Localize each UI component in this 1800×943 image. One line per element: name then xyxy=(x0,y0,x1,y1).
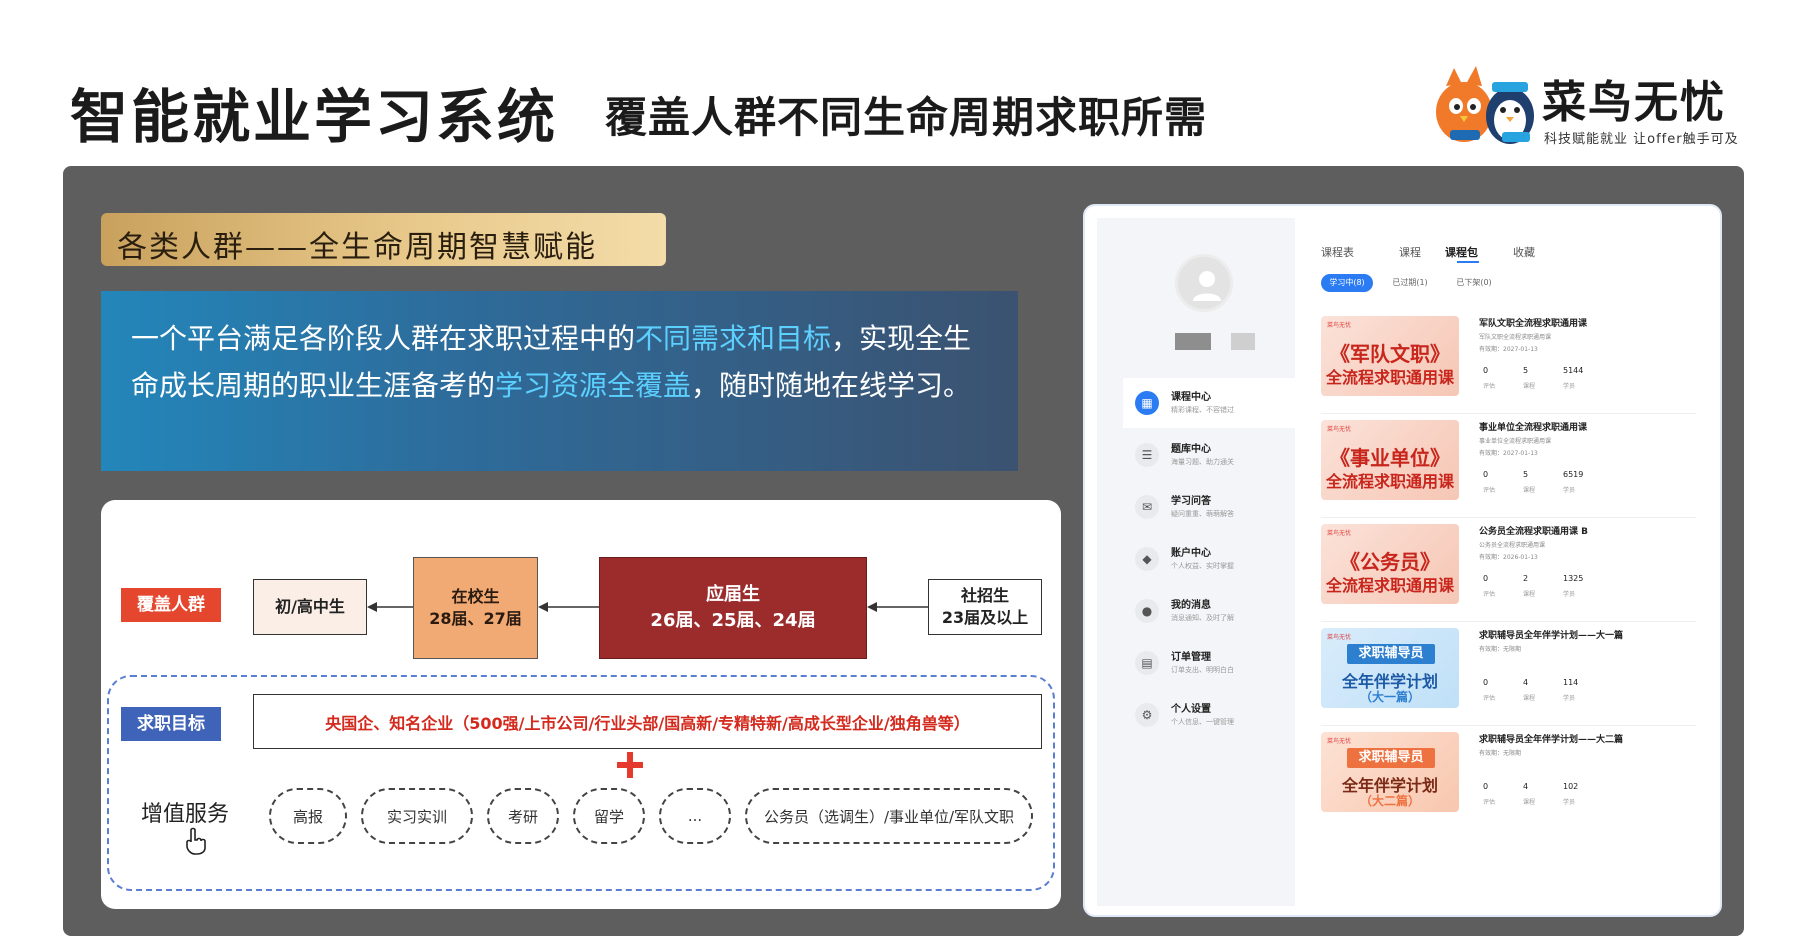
page-title: 智能就业学习系统 xyxy=(70,83,559,151)
stat-lessons: 2 课程 xyxy=(1523,574,1536,598)
stat-reviews: 0 评估 xyxy=(1483,678,1496,702)
group-highschool: 初/高中生 xyxy=(253,579,367,635)
stat-reviews: 0 评估 xyxy=(1483,782,1496,806)
group-in-school: 在校生 28届、27届 xyxy=(413,557,538,659)
service-pill-kaoyan[interactable]: 考研 xyxy=(487,788,559,844)
group-social-recruit: 社招生 23届及以上 xyxy=(928,579,1042,635)
nav-qa[interactable]: ✉ 学习问答 疑问重重、萌萌解答 xyxy=(1123,482,1295,532)
stat-reviews: 0 评估 xyxy=(1483,470,1496,494)
course-subtitle: 公务员全流程求职通用课 xyxy=(1479,542,1546,549)
user-level-placeholder xyxy=(1231,333,1255,350)
course-item[interactable]: 菜鸟无忧 《事业单位》 全流程求职通用课 事业单位全流程求职通用课 事业单位全流… xyxy=(1321,414,1696,518)
username-placeholder xyxy=(1175,333,1211,350)
course-item[interactable]: 菜鸟无忧 求职辅导员 全年伴学计划 （大一篇） 求职辅导员全年伴学计划——大一篇… xyxy=(1321,622,1696,726)
plus-icon xyxy=(617,752,643,778)
service-pill-gaobao[interactable]: 高报 xyxy=(269,788,347,844)
course-item[interactable]: 菜鸟无忧 求职辅导员 全年伴学计划 （大二篇） 求职辅导员全年伴学计划——大二篇… xyxy=(1321,726,1696,830)
page-subtitle: 覆盖人群不同生命周期求职所需 xyxy=(605,93,1208,142)
course-title: 事业单位全流程求职通用课 xyxy=(1479,423,1588,433)
mascot-icon xyxy=(1436,66,1534,144)
app-preview-card: ▦ 课程中心 精彩课程、不容错过 ☰ 题库中心 海量习题、助力通关 ✉ 学习问答… xyxy=(1083,204,1722,917)
highlight-resources: 学习资源全覆盖 xyxy=(495,369,692,402)
logo-name: 菜鸟无忧 xyxy=(1542,77,1726,128)
course-subtitle: 有效期：无限期 xyxy=(1479,646,1522,653)
nav-orders[interactable]: ▤ 订单管理 订单支出、明明白白 xyxy=(1123,638,1295,688)
logo-tagline: 科技赋能就业 让offer触手可及 xyxy=(1544,132,1739,147)
goals-text: 央国企、知名企业（500强/上市公司/行业头部/国高新/专精特新/高成长型企业/… xyxy=(253,694,1042,749)
flow-arrows xyxy=(367,602,928,612)
stat-lessons: 5 课程 xyxy=(1523,366,1536,390)
highlight-needs: 不同需求和目标 xyxy=(635,322,832,355)
nav-question-bank[interactable]: ☰ 题库中心 海量习题、助力通关 xyxy=(1123,430,1295,480)
stat-students: 6519 学员 xyxy=(1563,470,1584,494)
group-fresh-graduate: 应届生 26届、25届、24届 xyxy=(599,557,867,659)
course-title: 公务员全流程求职通用课 B xyxy=(1479,527,1588,537)
stat-lessons: 4 课程 xyxy=(1523,678,1536,702)
nav-course-center[interactable]: ▦ 课程中心 精彩课程、不容错过 xyxy=(1123,378,1295,428)
goals-tag: 求职目标 xyxy=(121,707,221,741)
app-window: ▦ 课程中心 精彩课程、不容错过 ☰ 题库中心 海量习题、助力通关 ✉ 学习问答… xyxy=(1097,218,1710,906)
course-title: 求职辅导员全年伴学计划——大一篇 xyxy=(1479,631,1624,641)
course-title: 军队文职全流程求职通用课 xyxy=(1479,319,1588,329)
service-pill-civil-service[interactable]: 公务员（选调生）/事业单位/军队文职 xyxy=(745,788,1033,844)
course-thumbnail: 菜鸟无忧 《事业单位》 全流程求职通用课 xyxy=(1321,420,1459,500)
nav-account[interactable]: ◆ 账户中心 个人权益、实时掌握 xyxy=(1123,534,1295,584)
service-pill-internship[interactable]: 实习实训 xyxy=(361,788,473,844)
coverage-card: 覆盖人群 初/高中生 在校生 28届、27届 应届生 26届、25届、24届 社招生… xyxy=(101,500,1061,909)
section-band: 各类人群——全生命周期智慧赋能 xyxy=(101,213,666,266)
course-subtitle: 军队文职全流程求职通用课 xyxy=(1479,334,1552,341)
chip-learning[interactable]: 学习中(8) xyxy=(1321,274,1373,292)
course-item[interactable]: 菜鸟无忧 《军队文职》 全流程求职通用课 军队文职全流程求职通用课 军队文职全流… xyxy=(1321,310,1696,414)
pointer-hand-icon xyxy=(186,827,206,855)
course-title: 求职辅导员全年伴学计划——大二篇 xyxy=(1479,735,1624,745)
course-item[interactable]: 菜鸟无忧 《公务员》 全流程求职通用课 公务员全流程求职通用课 B 公务员全流程… xyxy=(1321,518,1696,622)
course-subtitle: 事业单位全流程求职通用课 xyxy=(1479,438,1552,445)
document-icon: ▤ xyxy=(1135,651,1159,675)
course-thumbnail: 菜鸟无忧 《公务员》 全流程求职通用课 xyxy=(1321,524,1459,604)
stat-lessons: 5 课程 xyxy=(1523,470,1536,494)
calendar-icon: ▦ xyxy=(1135,391,1159,415)
course-thumbnail: 菜鸟无忧 求职辅导员 全年伴学计划 （大二篇） xyxy=(1321,732,1459,812)
user-icon xyxy=(1193,271,1221,301)
description-box: 一个平台满足各阶段人群在求职过程中的不同需求和目标，实现全生命成长周期的职业生涯… xyxy=(101,291,1018,471)
section-band-text: 各类人群——全生命周期智慧赋能 xyxy=(117,230,597,265)
service-pill-more[interactable]: ... xyxy=(659,788,731,844)
course-subtitle: 有效期：无限期 xyxy=(1479,750,1522,757)
tab-courses[interactable]: 课程 xyxy=(1399,244,1421,260)
stat-lessons: 4 课程 xyxy=(1523,782,1536,806)
gear-icon: ⚙ xyxy=(1135,703,1159,727)
course-date: 有效期：2027-01-13 xyxy=(1479,346,1538,353)
services-label: 增值服务 xyxy=(141,802,230,827)
description-text: 一个平台满足各阶段人群在求职过程中的不同需求和目标，实现全生命成长周期的职业生涯… xyxy=(131,322,972,402)
list-icon: ☰ xyxy=(1135,443,1159,467)
diamond-icon: ◆ xyxy=(1135,547,1159,571)
stat-students: 114 学员 xyxy=(1563,678,1579,702)
course-thumbnail: 菜鸟无忧 求职辅导员 全年伴学计划 （大一篇） xyxy=(1321,628,1459,708)
tab-favorites[interactable]: 收藏 xyxy=(1513,244,1535,260)
avatar[interactable] xyxy=(1175,254,1233,312)
course-thumbnail: 菜鸟无忧 《军队文职》 全流程求职通用课 xyxy=(1321,316,1459,396)
stat-reviews: 0 评估 xyxy=(1483,574,1496,598)
tab-schedule[interactable]: 课程表 xyxy=(1321,244,1354,260)
main-panel: 各类人群——全生命周期智慧赋能 一个平台满足各阶段人群在求职过程中的不同需求和目… xyxy=(63,166,1744,936)
tab-course-packages[interactable]: 课程包 xyxy=(1445,244,1478,260)
chip-removed[interactable]: 已下架(0) xyxy=(1451,274,1497,292)
stat-students: 1325 学员 xyxy=(1563,574,1584,598)
stat-students: 102 学员 xyxy=(1563,782,1579,806)
active-tab-indicator xyxy=(1457,261,1479,263)
course-date: 有效期：2026-01-13 xyxy=(1479,554,1538,561)
service-pill-liuxue[interactable]: 留学 xyxy=(573,788,645,844)
nav-settings[interactable]: ⚙ 个人设置 个人信息、一键管理 xyxy=(1123,690,1295,740)
app-content: 课程表 课程 课程包 收藏 学习中(8) 已过期(1) 已下架(0) 菜鸟无忧 … xyxy=(1295,218,1710,906)
app-sidebar: ▦ 课程中心 精彩课程、不容错过 ☰ 题库中心 海量习题、助力通关 ✉ 学习问答… xyxy=(1097,218,1295,906)
stat-students: 5144 学员 xyxy=(1563,366,1584,390)
course-date: 有效期：2027-01-13 xyxy=(1479,450,1538,457)
brand-logo: 菜鸟无忧 科技赋能就业 让offer触手可及 xyxy=(1432,62,1738,152)
chip-expired[interactable]: 已过期(1) xyxy=(1387,274,1433,292)
nav-messages[interactable]: ● 我的消息 消息通知、及时了解 xyxy=(1123,586,1295,636)
chat-icon: ✉ xyxy=(1135,495,1159,519)
stat-reviews: 0 评估 xyxy=(1483,366,1496,390)
message-icon: ● xyxy=(1135,599,1159,623)
